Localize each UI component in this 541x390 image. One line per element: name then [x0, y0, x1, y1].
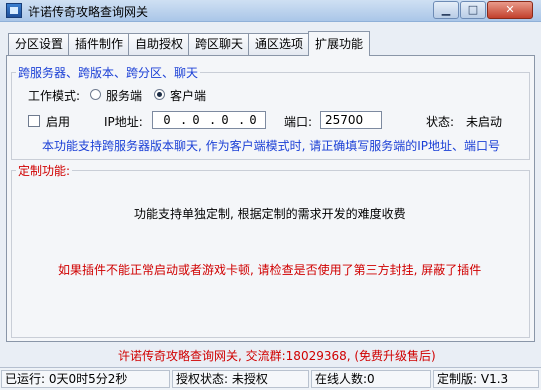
- window-title: 许诺传奇攻略查询网关: [28, 5, 149, 19]
- status-value: 未启动: [466, 115, 503, 129]
- version-info: 定制版: V1.3: [433, 370, 539, 388]
- ip-octet-3[interactable]: 0: [213, 113, 237, 127]
- close-button[interactable]: ✕: [487, 1, 533, 19]
- port-field[interactable]: 25700: [320, 111, 382, 129]
- title-bar: 许诺传奇攻略查询网关 ▁ □ ✕: [0, 0, 541, 22]
- custom-features-group: 定制功能: 功能支持单独定制, 根据定制的需求开发的难度收费 如果插件不能正常启…: [11, 162, 530, 338]
- mode-client-label[interactable]: 客户端: [170, 87, 206, 104]
- minimize-button[interactable]: ▁: [433, 1, 459, 19]
- cross-server-note: 本功能支持跨服务器版本聊天, 作为客户端模式时, 请正确填写服务端的IP地址、端…: [42, 139, 501, 153]
- tab-cross-server-chat[interactable]: 跨区聊天: [188, 33, 251, 55]
- enable-label[interactable]: 启用: [46, 113, 70, 130]
- ip-address-label: IP地址:: [104, 115, 143, 129]
- ip-address-field[interactable]: 0 . 0 . 0 . 0: [152, 111, 266, 129]
- cross-server-group: 跨服务器、跨版本、跨分区、聊天 工作模式: 服务端 客户端 启用 IP地址: 0…: [11, 64, 530, 160]
- work-mode-label: 工作模式:: [28, 89, 81, 103]
- ip-octet-1[interactable]: 0: [155, 113, 179, 127]
- maximize-button[interactable]: □: [460, 1, 486, 19]
- tab-partition-settings[interactable]: 分区设置: [8, 33, 71, 55]
- mode-client-radio[interactable]: [154, 89, 165, 100]
- ip-octet-4[interactable]: 0: [241, 113, 265, 127]
- mode-server-label[interactable]: 服务端: [106, 87, 142, 104]
- tab-cross-zone-options[interactable]: 通区选项: [248, 33, 311, 55]
- cross-server-group-title: 跨服务器、跨版本、跨分区、聊天: [16, 64, 201, 81]
- tab-plugin-making[interactable]: 插件制作: [68, 33, 131, 55]
- tab-self-authorization[interactable]: 自助授权: [128, 33, 191, 55]
- ip-octet-2[interactable]: 0: [184, 113, 208, 127]
- auth-status: 授权状态: 未授权: [172, 370, 309, 388]
- mode-server-radio[interactable]: [90, 89, 101, 100]
- tab-panel: 跨服务器、跨版本、跨分区、聊天 工作模式: 服务端 客户端 启用 IP地址: 0…: [6, 55, 535, 342]
- port-label: 端口:: [284, 115, 313, 129]
- online-count: 在线人数:0: [311, 370, 431, 388]
- runtime-status: 已运行: 0天0时5分2秒: [1, 370, 170, 388]
- enable-checkbox[interactable]: [28, 115, 40, 127]
- tab-extended-features[interactable]: 扩展功能: [308, 31, 371, 56]
- plugin-warning-text: 如果插件不能正常启动或者游戏卡顿, 请检查是否使用了第三方封挂, 屏蔽了插件: [58, 263, 482, 277]
- status-bar: 已运行: 0天0时5分2秒 授权状态: 未授权 在线人数:0 定制版: V1.3: [0, 367, 541, 390]
- custom-features-title: 定制功能:: [16, 162, 73, 179]
- contact-footer: 许诺传奇攻略查询网关, 交流群:18029368, (免费升级售后): [118, 349, 436, 363]
- custom-info-text: 功能支持单独定制, 根据定制的需求开发的难度收费: [134, 207, 406, 221]
- app-icon: [6, 3, 22, 18]
- status-label: 状态:: [426, 115, 455, 129]
